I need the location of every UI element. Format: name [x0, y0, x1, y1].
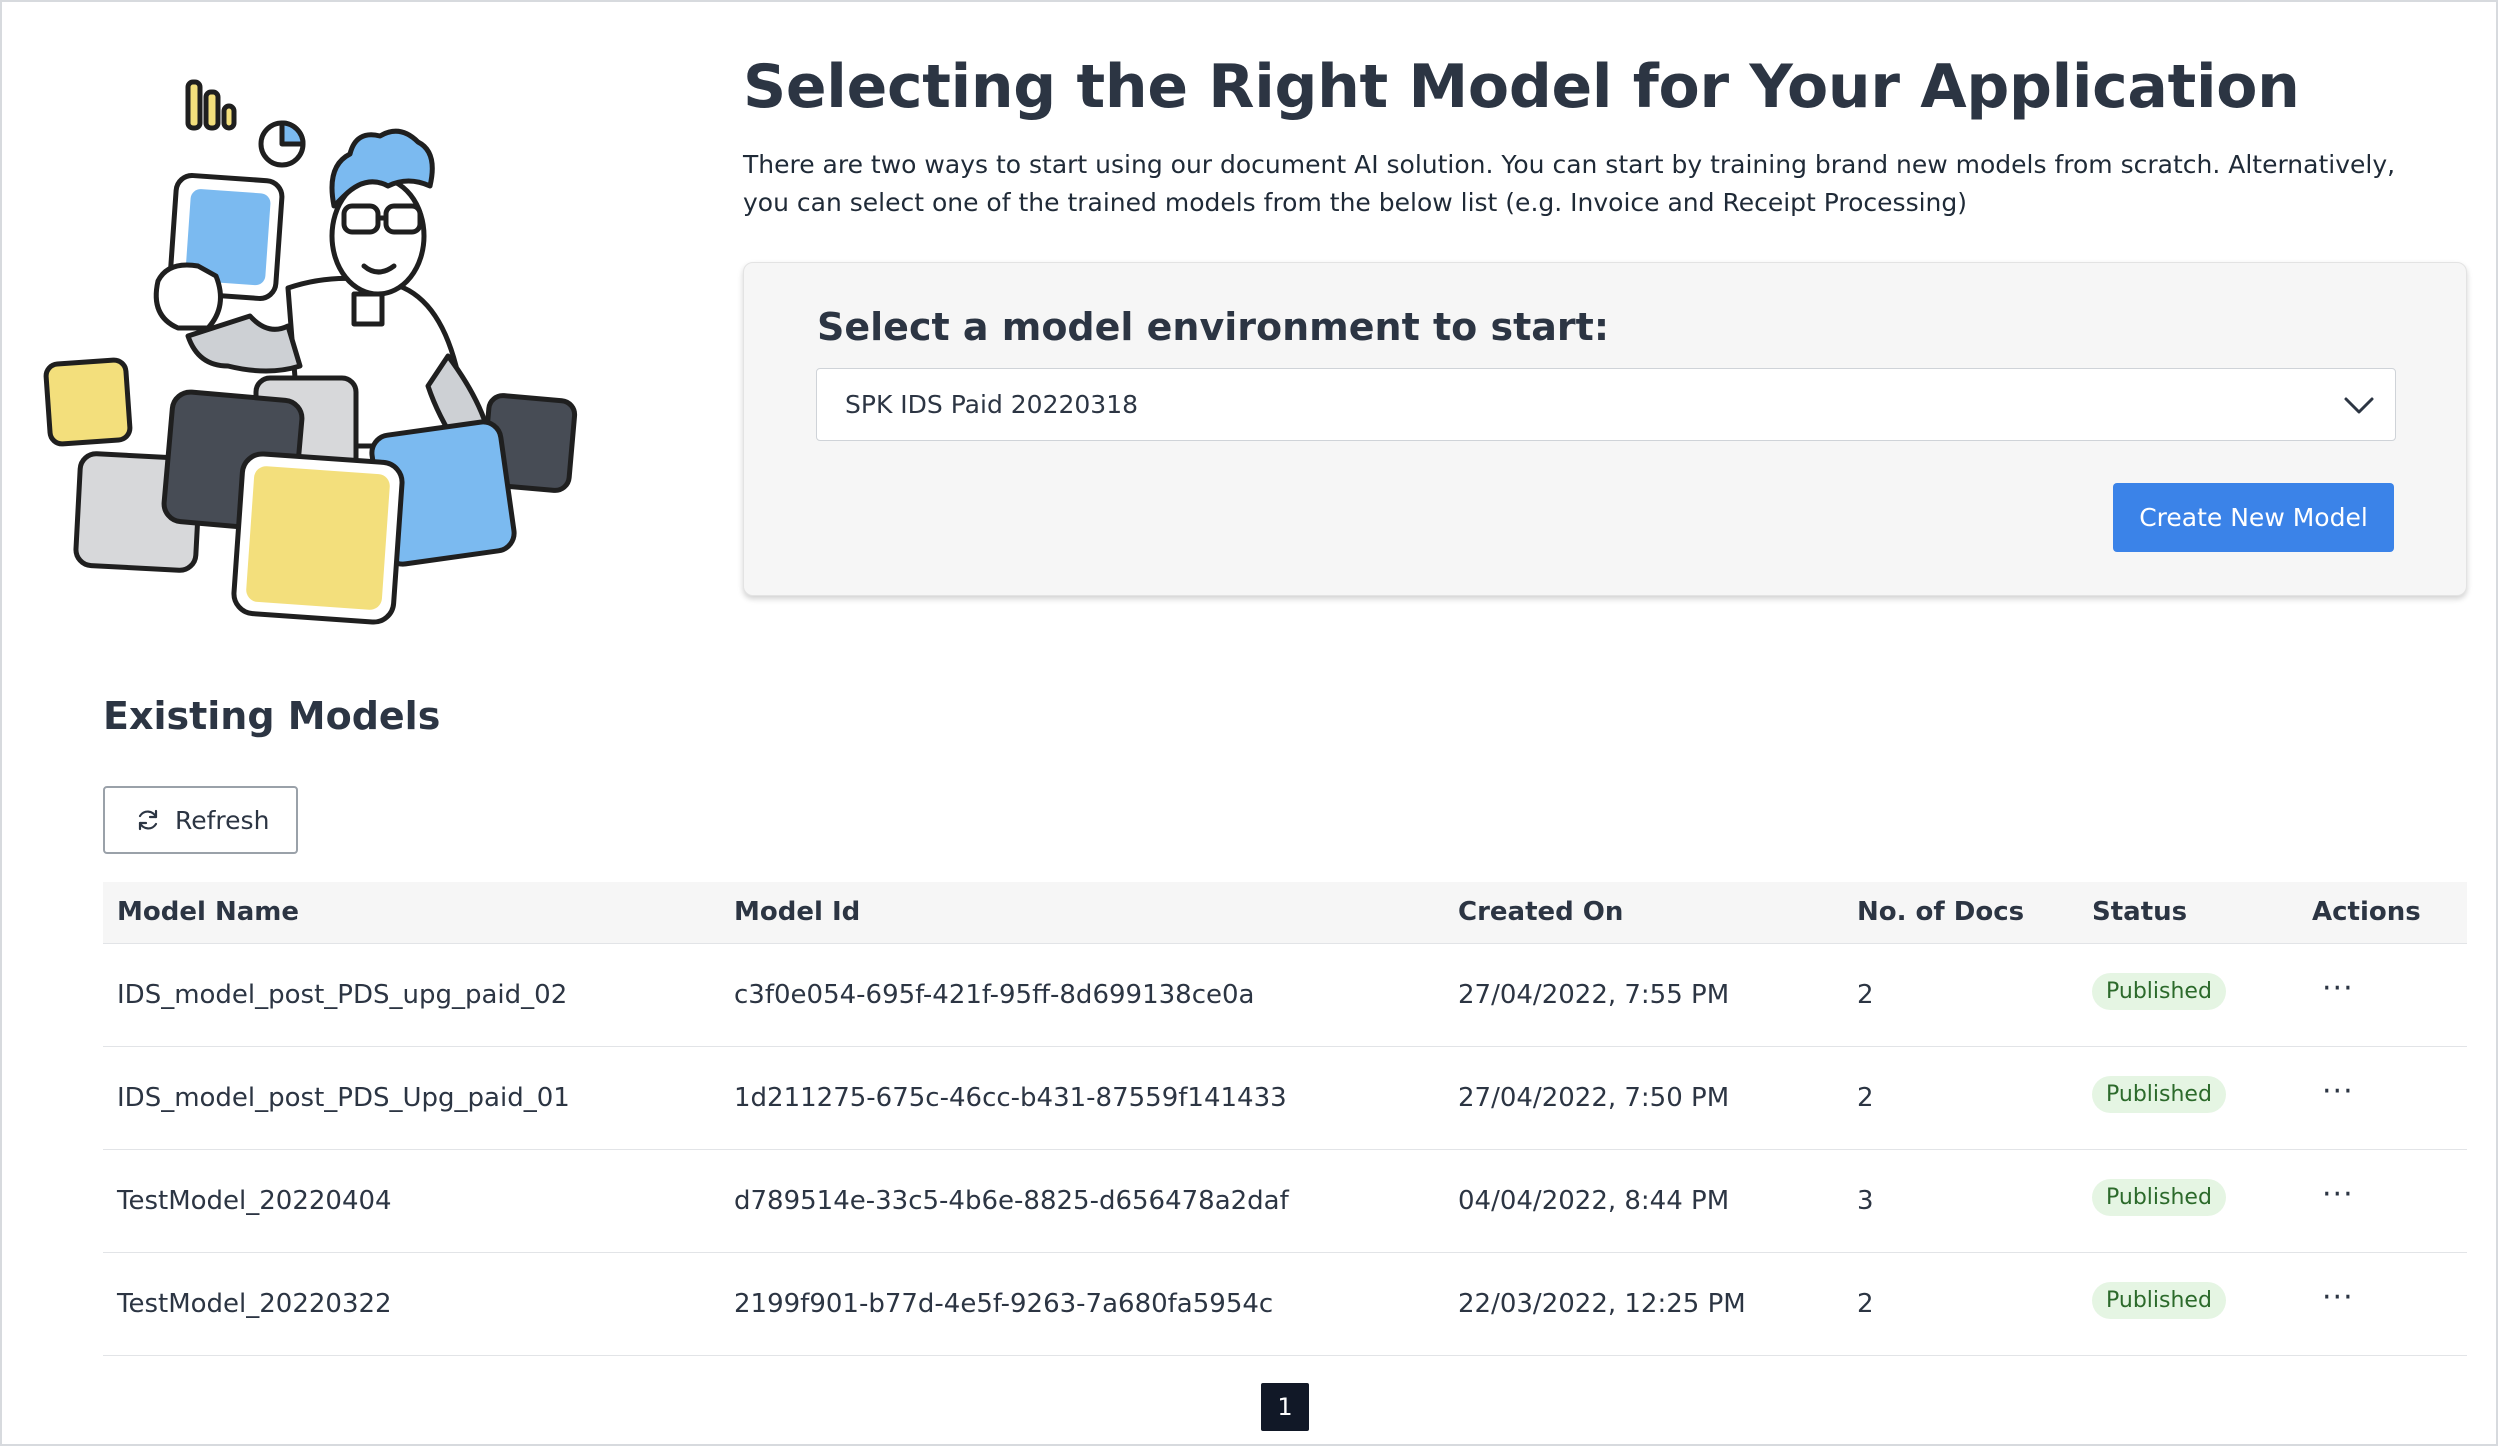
status-cell: Published — [2078, 1046, 2298, 1150]
model-id-cell: c3f0e054-695f-421f-95ff-8d699138ce0a — [720, 943, 1444, 1047]
actions-cell: ··· — [2298, 1252, 2467, 1356]
model-id-cell: 1d211275-675c-46cc-b431-87559f141433 — [720, 1046, 1444, 1150]
status-cell: Published — [2078, 943, 2298, 1047]
table-row[interactable]: IDS_model_post_PDS_upg_paid_02 c3f0e054-… — [103, 943, 2467, 1047]
table-header-row: Model Name Model Id Created On No. of Do… — [103, 882, 2467, 944]
actions-cell: ··· — [2298, 943, 2467, 1047]
created-on-cell: 04/04/2022, 8:44 PM — [1444, 1149, 1843, 1253]
chevron-down-icon — [2344, 397, 2374, 414]
more-actions-icon[interactable]: ··· — [2312, 1280, 2354, 1315]
status-badge: Published — [2092, 1179, 2226, 1216]
model-name-cell: TestModel_20220322 — [103, 1252, 720, 1356]
model-name-cell: IDS_model_post_PDS_Upg_paid_01 — [103, 1046, 720, 1150]
doc-count-cell: 2 — [1843, 1046, 2078, 1150]
page-description: There are two ways to start using our do… — [743, 150, 2396, 217]
created-on-cell: 27/04/2022, 7:55 PM — [1444, 943, 1843, 1047]
status-badge: Published — [2092, 1282, 2226, 1319]
status-cell: Published — [2078, 1149, 2298, 1253]
more-actions-icon[interactable]: ··· — [2312, 1177, 2354, 1212]
model-id-cell: 2199f901-b77d-4e5f-9263-7a680fa5954c — [720, 1252, 1444, 1356]
person-holding-cards-illustration — [43, 79, 578, 625]
pagination-page-button[interactable]: 1 — [1261, 1383, 1309, 1431]
page-title: Selecting the Right Model for Your Appli… — [743, 52, 2300, 122]
doc-count-cell: 2 — [1843, 1252, 2078, 1356]
refresh-icon — [138, 809, 158, 831]
doc-count-cell: 3 — [1843, 1149, 2078, 1253]
actions-cell: ··· — [2298, 1046, 2467, 1150]
table-row[interactable]: TestModel_20220322 2199f901-b77d-4e5f-92… — [103, 1252, 2467, 1356]
table-row[interactable]: IDS_model_post_PDS_Upg_paid_01 1d211275-… — [103, 1046, 2467, 1150]
more-actions-icon[interactable]: ··· — [2312, 971, 2354, 1006]
environment-select-value: SPK IDS Paid 20220318 — [845, 390, 1139, 419]
created-on-cell: 22/03/2022, 12:25 PM — [1444, 1252, 1843, 1356]
status-cell: Published — [2078, 1252, 2298, 1356]
model-name-cell: TestModel_20220404 — [103, 1149, 720, 1253]
table-row[interactable]: TestModel_20220404 d789514e-33c5-4b6e-88… — [103, 1149, 2467, 1253]
column-header-status: Status — [2078, 882, 2298, 944]
model-id-cell: d789514e-33c5-4b6e-8825-d656478a2daf — [720, 1149, 1444, 1253]
model-environment-card: Select a model environment to start: SPK… — [743, 262, 2467, 596]
models-table: Model Name Model Id Created On No. of Do… — [103, 882, 2467, 1356]
refresh-button[interactable]: Refresh — [103, 786, 298, 854]
page-frame: Selecting the Right Model for Your Appli… — [0, 0, 2498, 1446]
refresh-label: Refresh — [175, 805, 270, 835]
existing-models-title: Existing Models — [103, 694, 441, 738]
column-header-no-of-docs: No. of Docs — [1843, 882, 2078, 944]
created-on-cell: 27/04/2022, 7:50 PM — [1444, 1046, 1843, 1150]
model-name-cell: IDS_model_post_PDS_upg_paid_02 — [103, 943, 720, 1047]
environment-select[interactable]: SPK IDS Paid 20220318 — [816, 368, 2396, 441]
doc-count-cell: 2 — [1843, 943, 2078, 1047]
create-new-model-button[interactable]: Create New Model — [2113, 483, 2394, 552]
column-header-model-name: Model Name — [103, 882, 720, 944]
column-header-actions: Actions — [2298, 882, 2467, 944]
more-actions-icon[interactable]: ··· — [2312, 1074, 2354, 1109]
status-badge: Published — [2092, 1076, 2226, 1113]
status-badge: Published — [2092, 973, 2226, 1010]
column-header-model-id: Model Id — [720, 882, 1444, 944]
column-header-created-on: Created On — [1444, 882, 1843, 944]
environment-heading: Select a model environment to start: — [817, 305, 1610, 349]
actions-cell: ··· — [2298, 1149, 2467, 1253]
